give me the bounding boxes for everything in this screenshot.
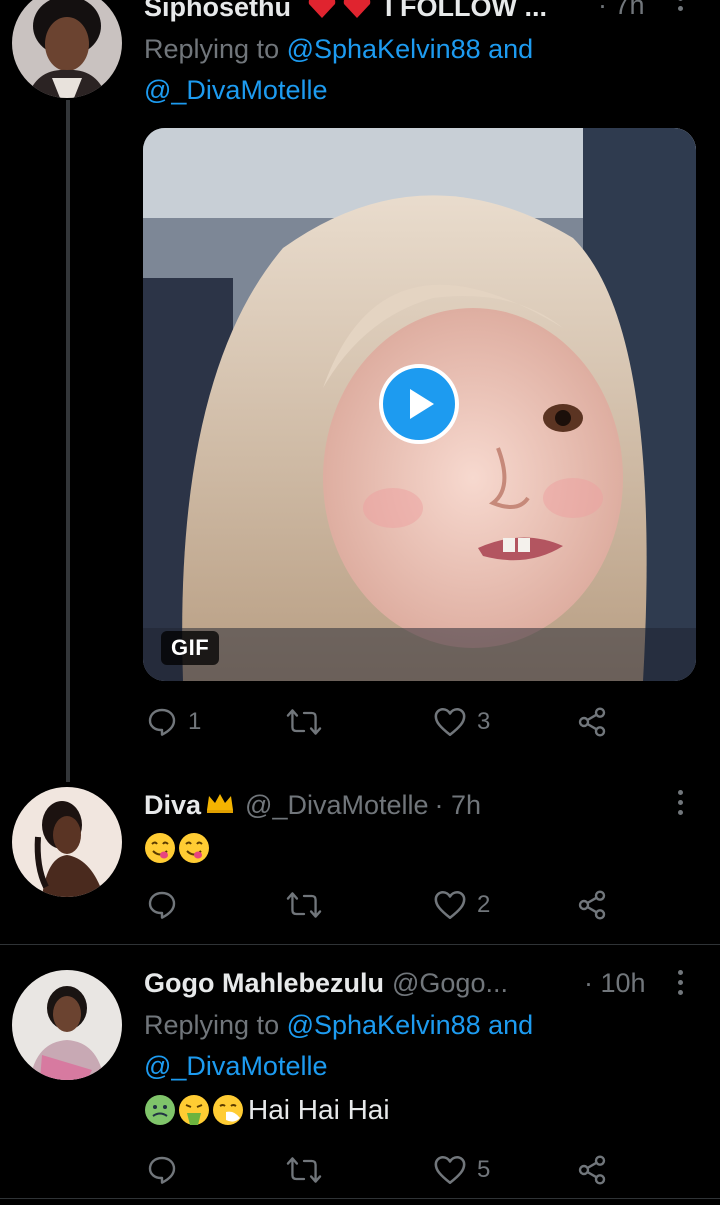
- avatar[interactable]: [12, 787, 122, 897]
- tweet-divider: [0, 1198, 720, 1199]
- yum-emoji: [178, 832, 210, 864]
- display-name[interactable]: Diva: [144, 790, 201, 821]
- reply-icon: [148, 891, 176, 919]
- more-icon[interactable]: [675, 970, 685, 995]
- tweet-time[interactable]: · 7h: [435, 790, 482, 821]
- reply-button[interactable]: [146, 1154, 178, 1186]
- sneezing-emoji: [212, 1094, 244, 1126]
- mention-link[interactable]: @_DivaMotelle: [144, 75, 327, 105]
- replying-to: Replying to @SphaKelvin88 and: [144, 34, 534, 64]
- more-icon[interactable]: [675, 790, 685, 815]
- mention-link[interactable]: @SphaKelvin88: [287, 34, 481, 64]
- more-icon[interactable]: [675, 0, 685, 11]
- tweet-body: Hai Hai Hai: [248, 1094, 390, 1125]
- vomiting-emoji: [178, 1094, 210, 1126]
- avatar[interactable]: [12, 970, 122, 1080]
- like-count: 5: [477, 1156, 491, 1183]
- like-icon: [434, 1155, 466, 1185]
- reply-icon: [148, 1156, 176, 1184]
- reply-button[interactable]: 1: [146, 706, 201, 738]
- play-icon: [410, 389, 434, 419]
- like-icon: [434, 707, 466, 737]
- replying-to-second: @_DivaMotelle: [144, 75, 327, 106]
- display-name[interactable]: Siphosethu: [144, 0, 291, 23]
- heart-emoji: [305, 0, 375, 25]
- tweet-time[interactable]: · 7h: [598, 0, 645, 21]
- yum-emoji: [144, 832, 176, 864]
- replying-to: Replying to @SphaKelvin88 and: [144, 1010, 534, 1040]
- gif-media[interactable]: GIF: [143, 128, 696, 681]
- replying-to-second: @_DivaMotelle: [144, 1051, 327, 1082]
- gif-badge: GIF: [161, 631, 220, 665]
- mention-link[interactable]: @_DivaMotelle: [144, 1051, 327, 1081]
- retweet-icon: [286, 709, 322, 735]
- tweet-text: [144, 832, 212, 864]
- display-name-suffix: I FOLLOW ...: [385, 0, 547, 22]
- share-button[interactable]: [576, 706, 608, 738]
- like-count: 2: [477, 891, 491, 918]
- share-icon: [578, 707, 606, 737]
- retweet-button[interactable]: [286, 889, 322, 921]
- share-button[interactable]: [576, 889, 608, 921]
- retweet-button[interactable]: [286, 706, 322, 738]
- handle[interactable]: @_DivaMotelle: [245, 790, 428, 821]
- crown-icon: [205, 792, 235, 819]
- tweet-text: Hai Hai Hai: [144, 1094, 390, 1126]
- like-count: 3: [477, 708, 491, 735]
- nauseated-emoji: [144, 1094, 176, 1126]
- thread-connector-line: [66, 100, 70, 782]
- like-icon: [434, 890, 466, 920]
- retweet-icon: [286, 1157, 322, 1183]
- like-button[interactable]: 5: [433, 1154, 490, 1186]
- tweet-time[interactable]: · 10h: [584, 968, 646, 999]
- reply-button[interactable]: [146, 889, 178, 921]
- avatar[interactable]: [12, 0, 122, 98]
- share-icon: [578, 890, 606, 920]
- retweet-button[interactable]: [286, 1154, 322, 1186]
- share-icon: [578, 1155, 606, 1185]
- reply-count: 1: [188, 708, 202, 735]
- tweet-divider: [0, 944, 720, 945]
- display-name[interactable]: Gogo Mahlebezulu: [144, 968, 384, 999]
- play-button[interactable]: [379, 364, 459, 444]
- mention-link[interactable]: @SphaKelvin88: [287, 1010, 481, 1040]
- retweet-icon: [286, 892, 322, 918]
- like-button[interactable]: 2: [433, 889, 490, 921]
- handle[interactable]: @Gogo...: [392, 968, 508, 999]
- reply-icon: [148, 708, 176, 736]
- like-button[interactable]: 3: [433, 706, 490, 738]
- share-button[interactable]: [576, 1154, 608, 1186]
